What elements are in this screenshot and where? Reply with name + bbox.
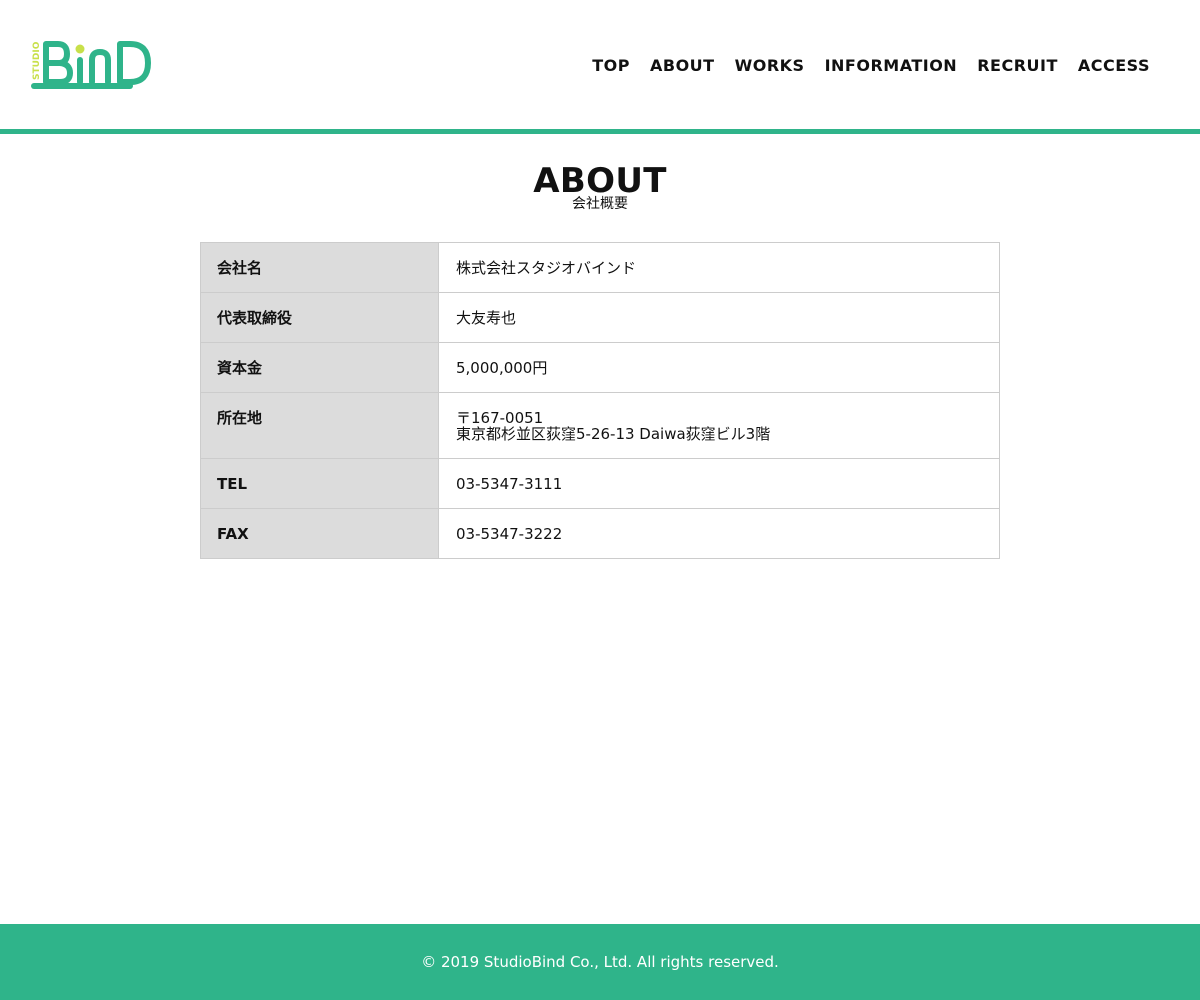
fax-value: 03-5347-3222 bbox=[456, 525, 563, 543]
company-info-table: 会社名 株式会社スタジオバインド 代表取締役 大友寿也 資本金 5,000,00… bbox=[200, 242, 1000, 559]
row-label-fax: FAX bbox=[200, 508, 439, 559]
row-value-capital: 5,000,000円 bbox=[438, 342, 1000, 393]
page-subtitle: 会社概要 bbox=[572, 196, 628, 212]
copyright-text: © 2019 StudioBind Co., Ltd. All rights r… bbox=[421, 953, 779, 971]
row-label-company-name: 会社名 bbox=[200, 242, 439, 293]
nav-information[interactable]: INFORMATION bbox=[825, 56, 958, 75]
main-nav: TOP ABOUT WORKS INFORMATION RECRUIT ACCE… bbox=[592, 56, 1150, 75]
table-row: 会社名 株式会社スタジオバインド bbox=[200, 242, 1000, 293]
address-value: 東京都杉並区荻窪5-26-13 Daiwa荻窪ビル3階 bbox=[456, 425, 771, 443]
representative-value: 大友寿也 bbox=[456, 309, 517, 327]
nav-works[interactable]: WORKS bbox=[735, 56, 805, 75]
postal-code-value: 〒167-0051 bbox=[456, 409, 544, 427]
row-label-address: 所在地 bbox=[200, 392, 439, 459]
row-value-tel: 03-5347-3111 bbox=[438, 458, 1000, 509]
site-header: STUDIO TOP ABOUT WORKS INFORMATION RECRU… bbox=[0, 0, 1200, 134]
site-footer: © 2019 StudioBind Co., Ltd. All rights r… bbox=[0, 924, 1200, 1000]
row-value-address: 〒167-0051 東京都杉並区荻窪5-26-13 Daiwa荻窪ビル3階 bbox=[438, 392, 1000, 459]
nav-access[interactable]: ACCESS bbox=[1078, 56, 1150, 75]
table-row: TEL 03-5347-3111 bbox=[200, 458, 1000, 509]
nav-about[interactable]: ABOUT bbox=[650, 56, 715, 75]
tel-value: 03-5347-3111 bbox=[456, 475, 563, 493]
table-row: 所在地 〒167-0051 東京都杉並区荻窪5-26-13 Daiwa荻窪ビル3… bbox=[200, 392, 1000, 459]
table-row: 資本金 5,000,000円 bbox=[200, 342, 1000, 393]
row-label-tel: TEL bbox=[200, 458, 439, 509]
logo-icon: STUDIO bbox=[31, 41, 151, 89]
nav-top[interactable]: TOP bbox=[592, 56, 630, 75]
company-name-value: 株式会社スタジオバインド bbox=[456, 259, 637, 277]
studio-bind-logo[interactable]: STUDIO bbox=[30, 38, 152, 90]
page-heading: ABOUT 会社概要 bbox=[0, 160, 1200, 212]
table-row: 代表取締役 大友寿也 bbox=[200, 292, 1000, 343]
capital-value: 5,000,000円 bbox=[456, 359, 548, 377]
row-value-representative: 大友寿也 bbox=[438, 292, 1000, 343]
logo-studio-text: STUDIO bbox=[32, 41, 42, 80]
row-label-capital: 資本金 bbox=[200, 342, 439, 393]
row-value-fax: 03-5347-3222 bbox=[438, 508, 1000, 559]
table-row: FAX 03-5347-3222 bbox=[200, 508, 1000, 559]
row-label-representative: 代表取締役 bbox=[200, 292, 439, 343]
row-value-company-name: 株式会社スタジオバインド bbox=[438, 242, 1000, 293]
nav-recruit[interactable]: RECRUIT bbox=[977, 56, 1058, 75]
